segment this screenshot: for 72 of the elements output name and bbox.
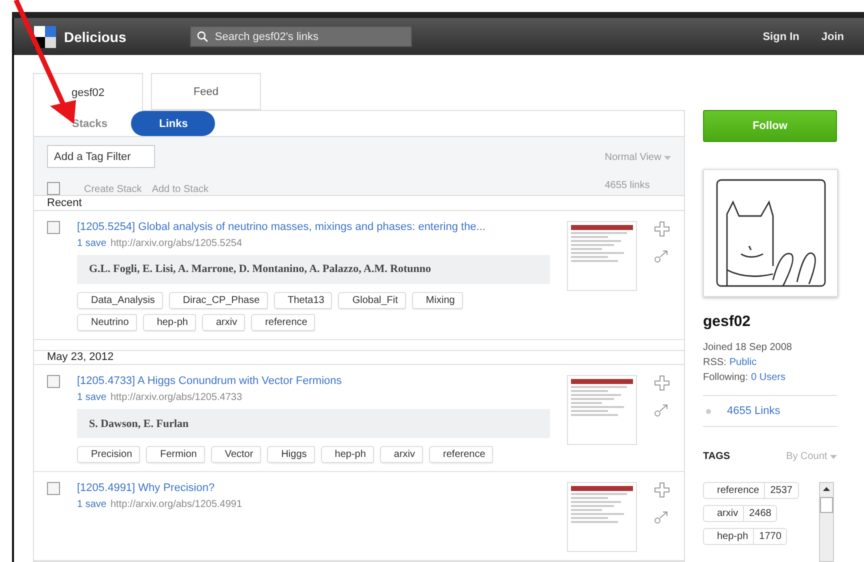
tag[interactable]: Dirac_CP_Phase (168, 292, 268, 308)
scrollbar[interactable] (819, 482, 834, 562)
select-all-checkbox[interactable] (47, 182, 60, 195)
plus-icon[interactable] (654, 375, 670, 391)
tag[interactable]: arxiv (202, 314, 246, 330)
caret-icon (664, 156, 671, 160)
tag[interactable]: Global_Fit (338, 292, 406, 308)
joined-date: Joined 18 Sep 2008 (703, 342, 793, 353)
tag[interactable]: Neutrino (77, 314, 137, 330)
share-icon[interactable] (654, 510, 670, 524)
search-bar[interactable]: Search gesf02's links (190, 26, 412, 47)
tag[interactable]: arxiv (380, 446, 424, 463)
checkbox[interactable] (47, 220, 60, 234)
tab[interactable]: Feed (151, 73, 261, 110)
tag[interactable]: reference (251, 314, 316, 330)
logo-icon (34, 26, 56, 48)
rss-link[interactable]: Public (729, 357, 757, 368)
search-field[interactable]: Search gesf02's links (212, 30, 405, 44)
view-toggle[interactable]: Links (131, 111, 216, 136)
plus-icon[interactable] (654, 220, 670, 236)
save-count[interactable]: 1 save (77, 392, 106, 403)
tag-with-count[interactable]: reference 2537 (703, 482, 798, 499)
tag[interactable]: Vector (210, 446, 262, 463)
checkbox[interactable] (47, 375, 60, 388)
tag[interactable]: Precision (77, 446, 140, 463)
tag-filter-field[interactable]: Add a Tag Filter (47, 145, 155, 168)
authors-quote: S. Dawson, E. Furlan (77, 409, 550, 438)
header-link[interactable]: Join (821, 30, 844, 42)
share-icon[interactable] (654, 248, 670, 262)
search-icon (197, 31, 208, 42)
page-thumbnail (567, 482, 637, 552)
tag[interactable]: Higgs (267, 446, 315, 463)
page-thumbnail (567, 375, 637, 445)
scroll-up-icon (823, 487, 830, 491)
checkbox[interactable] (47, 482, 60, 495)
tag[interactable]: Mixing (412, 292, 463, 308)
link-title[interactable]: [1205.5254] Global analysis of neutrino masses, mixings and phases: entering the... (77, 220, 550, 232)
tags-heading: TAGS (703, 451, 730, 462)
tag-with-count[interactable]: hep-ph 1770 (703, 528, 788, 545)
tag-with-count[interactable]: arxiv 2468 (703, 505, 778, 522)
following-label: Following: (703, 372, 748, 383)
plus-icon[interactable] (654, 482, 670, 498)
rss-label: RSS: (703, 357, 726, 368)
scroll-thumb[interactable] (820, 497, 833, 513)
header-link[interactable]: Sign In (762, 30, 800, 42)
authors-quote: G.L. Fogli, E. Lisi, A. Marrone, D. Montanino, A. Palazzo, A.M. Rotunno (77, 254, 550, 284)
link-title[interactable]: [1205.4733] A Higgs Conundrum with Vector Fermions (77, 375, 550, 387)
save-count[interactable]: 1 save (77, 238, 106, 248)
tag[interactable]: reference (429, 446, 494, 463)
link-url: http://arxiv.org/abs/1205.4733 (110, 392, 242, 403)
link-url: http://arxiv.org/abs/1205.5254 (110, 238, 242, 248)
share-icon[interactable] (654, 403, 670, 417)
page-thumbnail (567, 220, 637, 290)
tag[interactable]: hep-ph (320, 446, 374, 463)
username: gesf02 (703, 313, 752, 330)
tag[interactable]: Data_Analysis (77, 292, 163, 308)
following-link[interactable]: 0 Users (751, 372, 786, 383)
link-count: 4655 links (604, 180, 651, 190)
logo-text: Delicious (64, 28, 126, 44)
tag[interactable]: Fermion (146, 446, 205, 463)
save-count[interactable]: 1 save (77, 499, 106, 510)
section-heading: May 23, 2012 (34, 350, 684, 365)
view-toggle[interactable]: Stacks (72, 118, 108, 130)
bullet-icon (706, 408, 711, 414)
caret-icon (830, 455, 837, 459)
tag[interactable]: Theta13 (274, 292, 332, 308)
section-heading: Recent (34, 196, 684, 210)
tab[interactable]: gesf02 (33, 73, 143, 111)
tag[interactable]: hep-ph (142, 314, 196, 330)
link-url: http://arxiv.org/abs/1205.4991 (110, 499, 242, 510)
link-title[interactable]: [1205.4991] Why Precision? (77, 482, 550, 494)
links-count-link[interactable]: 4655 Links (727, 405, 780, 417)
